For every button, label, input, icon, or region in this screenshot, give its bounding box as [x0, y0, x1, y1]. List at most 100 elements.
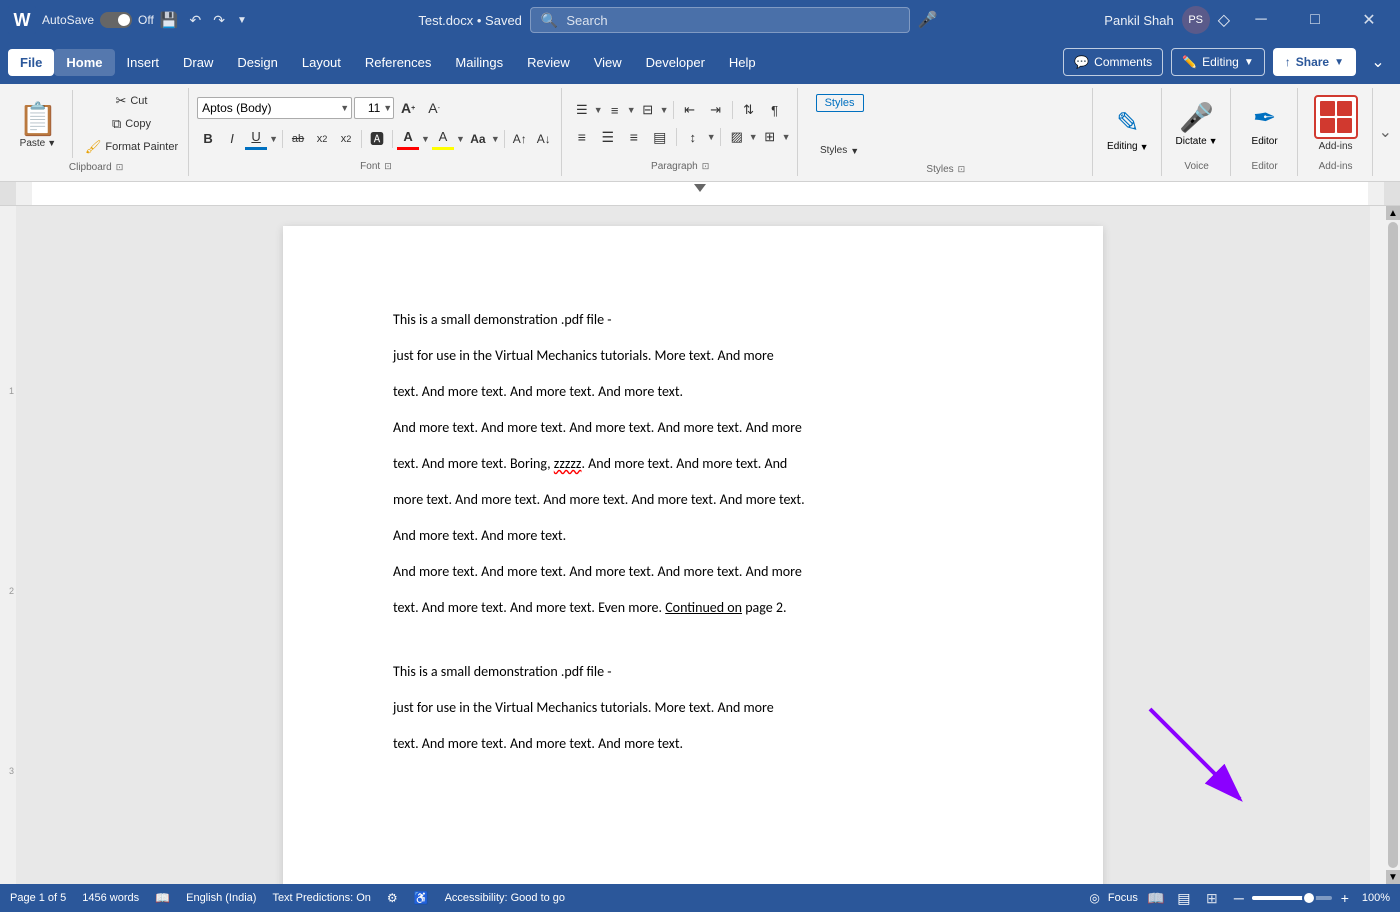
scroll-down-button[interactable]: ▼	[1386, 870, 1400, 884]
indent-marker[interactable]	[694, 184, 706, 192]
sort-button[interactable]: ⇅	[737, 98, 761, 122]
para-5[interactable]: text. And more text. Boring, zzzzz. And …	[393, 450, 993, 478]
font-name-input[interactable]	[197, 97, 352, 119]
underline-dropdown[interactable]: ▼	[269, 134, 278, 144]
accessibility[interactable]: Accessibility: Good to go	[445, 892, 565, 904]
para-3[interactable]: text. And more text. And more text. And …	[393, 378, 993, 406]
increase-indent-button[interactable]: ⇥	[704, 98, 728, 122]
change-case-dropdown[interactable]: ▼	[491, 134, 500, 144]
menu-insert[interactable]: Insert	[115, 49, 172, 76]
underline-button[interactable]: U	[245, 127, 267, 146]
document-area[interactable]: This is a small demonstration .pdf file …	[16, 206, 1370, 884]
align-left-button[interactable]: ≡	[570, 125, 594, 149]
menu-help[interactable]: Help	[717, 49, 768, 76]
para-2[interactable]: just for use in the Virtual Mechanics tu…	[393, 342, 993, 370]
addins-button[interactable]: Add-ins	[1306, 91, 1366, 156]
bold-button[interactable]: B	[197, 128, 219, 150]
editing-ribbon-button[interactable]: ✎ Editing ▼	[1101, 102, 1155, 156]
line-spacing-button[interactable]: ↕	[681, 125, 705, 149]
change-case-button[interactable]: Aa	[467, 128, 489, 150]
multilevel-dropdown[interactable]: ▼	[660, 105, 669, 115]
word-count[interactable]: 1456 words	[82, 892, 139, 904]
styles-button[interactable]: Styles Styles ▼	[806, 90, 874, 160]
justify-button[interactable]: ▤	[648, 125, 672, 149]
redo-button[interactable]: ↷	[208, 10, 230, 31]
para-4[interactable]: And more text. And more text. And more t…	[393, 414, 993, 442]
document-page-1[interactable]: This is a small demonstration .pdf file …	[283, 226, 1103, 884]
clipboard-expand-icon[interactable]: ⊡	[116, 162, 124, 173]
more-qat-button[interactable]: ▼	[232, 13, 252, 28]
numbered-dropdown[interactable]: ▼	[627, 105, 636, 115]
focus-label[interactable]: Focus	[1108, 892, 1138, 904]
clear-format-button[interactable]: 🅰	[366, 128, 388, 150]
minimize-button[interactable]: ─	[1238, 0, 1284, 40]
para-11[interactable]: just for use in the Virtual Mechanics tu…	[393, 694, 993, 722]
font-expand-icon[interactable]: ⊡	[384, 161, 392, 172]
decrease-font-button[interactable]: A-	[422, 97, 446, 119]
search-box[interactable]: 🔍 Search	[530, 7, 910, 33]
menu-developer[interactable]: Developer	[634, 49, 717, 76]
bullet-list-button[interactable]: ☰	[570, 98, 594, 122]
font-color-dropdown[interactable]: ▼	[421, 134, 430, 144]
multi-level-button[interactable]: ⊟	[636, 98, 660, 122]
language[interactable]: English (India)	[186, 892, 256, 904]
para-7[interactable]: And more text. And more text.	[393, 522, 993, 550]
align-right-button[interactable]: ≡	[622, 125, 646, 149]
bullet-dropdown[interactable]: ▼	[594, 105, 603, 115]
view-print-button[interactable]: ▤	[1174, 888, 1194, 908]
editor-button[interactable]: ✒ Editor	[1239, 97, 1291, 151]
close-button[interactable]: ✕	[1346, 0, 1392, 40]
para-12[interactable]: text. And more text. And more text. And …	[393, 730, 993, 758]
increase-font-button[interactable]: A+	[396, 97, 420, 119]
paragraph-expand-icon[interactable]: ⊡	[702, 161, 710, 172]
borders-button[interactable]: ⊞	[758, 125, 782, 149]
cut-button[interactable]: ✂ Cut	[81, 90, 182, 112]
shrink-font-button[interactable]: A↓	[533, 128, 555, 150]
menu-home[interactable]: Home	[54, 49, 114, 76]
para-8[interactable]: And more text. And more text. And more t…	[393, 558, 993, 586]
view-web-button[interactable]: ⊞	[1202, 888, 1222, 908]
undo-button[interactable]: ↶	[185, 10, 207, 31]
para-6[interactable]: more text. And more text. And more text.…	[393, 486, 993, 514]
para-9[interactable]: text. And more text. And more text. Even…	[393, 594, 993, 622]
show-formatting-button[interactable]: ¶	[763, 98, 787, 122]
page-info[interactable]: Page 1 of 5	[10, 892, 66, 904]
view-read-button[interactable]: 📖	[1146, 888, 1166, 908]
align-center-button[interactable]: ☰	[596, 125, 620, 149]
zoom-thumb[interactable]	[1302, 891, 1316, 905]
restore-button[interactable]: □	[1292, 0, 1338, 40]
menu-file[interactable]: File	[8, 49, 54, 76]
menu-references[interactable]: References	[353, 49, 443, 76]
strikethrough-button[interactable]: ab	[287, 128, 309, 150]
decrease-indent-button[interactable]: ⇤	[678, 98, 702, 122]
zoom-out-button[interactable]: ─	[1230, 889, 1248, 907]
borders-dropdown[interactable]: ▼	[782, 132, 791, 142]
highlight-dropdown[interactable]: ▼	[456, 134, 465, 144]
numbered-list-button[interactable]: ≡	[603, 98, 627, 122]
scroll-thumb[interactable]	[1388, 222, 1398, 868]
mic-icon[interactable]: 🎤	[918, 10, 938, 30]
text-predictions[interactable]: Text Predictions: On	[272, 892, 370, 904]
line-spacing-dropdown[interactable]: ▼	[707, 132, 716, 142]
menu-design[interactable]: Design	[225, 49, 289, 76]
ribbon-collapse-btn[interactable]: ⌄	[1375, 88, 1396, 176]
menu-mailings[interactable]: Mailings	[443, 49, 515, 76]
para-10[interactable]: This is a small demonstration .pdf file …	[393, 658, 993, 686]
dictate-button[interactable]: 🎤 Dictate ▼	[1170, 97, 1224, 151]
zoom-in-button[interactable]: +	[1336, 889, 1354, 907]
ribbon-toggle[interactable]: ⌄	[1364, 48, 1392, 76]
editing-button[interactable]: ✏️ Editing ▼	[1171, 48, 1265, 76]
italic-button[interactable]: I	[221, 128, 243, 150]
highlight-button[interactable]: A	[432, 127, 454, 146]
para-1[interactable]: This is a small demonstration .pdf file …	[393, 306, 993, 334]
font-color-button[interactable]: A	[397, 127, 419, 146]
save-button[interactable]: 💾	[154, 9, 185, 31]
menu-review[interactable]: Review	[515, 49, 582, 76]
shading-button[interactable]: ▨	[725, 125, 749, 149]
share-button[interactable]: ↑ Share ▼	[1273, 48, 1356, 76]
autosave-toggle[interactable]	[100, 12, 132, 28]
user-avatar[interactable]: PS	[1182, 6, 1210, 34]
scroll-up-button[interactable]: ▲	[1386, 206, 1400, 220]
vertical-scrollbar[interactable]: ▲ ▼	[1386, 206, 1400, 884]
menu-view[interactable]: View	[582, 49, 634, 76]
